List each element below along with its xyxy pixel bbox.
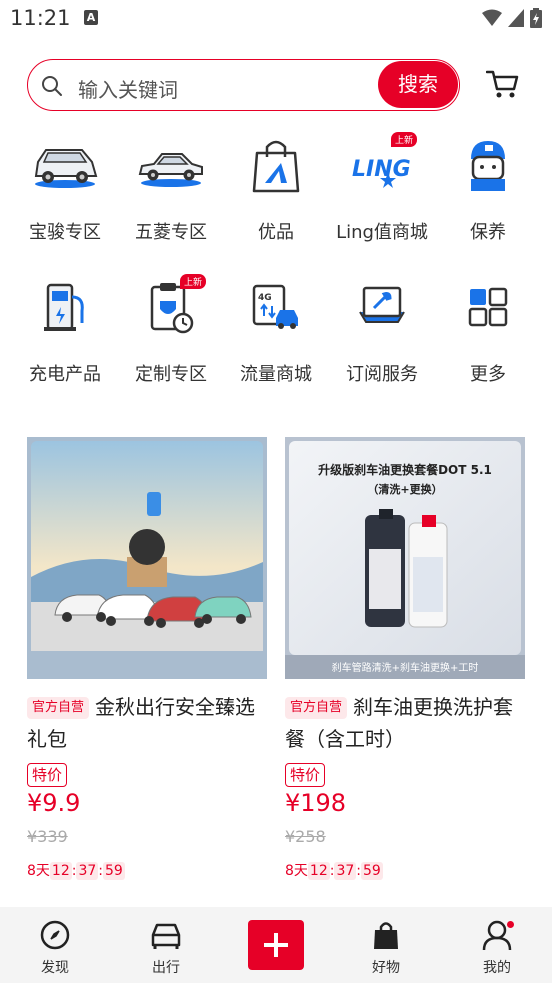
category-label: Ling值商城	[336, 222, 428, 243]
product-image[interactable]: 升级版刹车油更换套餐DOT 5.1 （清洗+更换） 刹车管路清洗+刹车油更换+工…	[285, 437, 525, 679]
countdown-seconds: 59	[361, 862, 383, 880]
wifi-icon	[482, 9, 502, 26]
image-footer: 刹车管路清洗+刹车油更换+工时	[331, 663, 479, 674]
category-subscription[interactable]: 订阅服务	[329, 272, 435, 386]
cellular-signal-icon	[508, 9, 524, 27]
more-grid-icon	[468, 287, 508, 327]
original-price: ¥339	[27, 827, 68, 846]
countdown-hours: 12	[49, 862, 72, 880]
special-price-tag: 特价	[285, 763, 326, 787]
search-placeholder: 输入关键词	[78, 78, 178, 102]
category-label: 优品	[258, 222, 294, 243]
ling-logo-icon: LING	[352, 157, 411, 188]
category-label: 流量商城	[240, 364, 312, 385]
category-baojun[interactable]: 宝骏专区	[12, 130, 118, 244]
tab-label: 发现	[41, 960, 69, 976]
product-card[interactable]: 官方自营 金秋出行安全臻选礼包 特价 ¥9.9 ¥339 8天 12:37:59	[27, 437, 267, 880]
search-button[interactable]: 搜索	[378, 61, 458, 108]
new-badge: 上新	[179, 274, 206, 289]
svg-text:4G: 4G	[258, 293, 272, 303]
search-icon	[42, 76, 62, 96]
tab-label: 好物	[372, 960, 400, 976]
tab-discover[interactable]: 发现	[15, 919, 95, 977]
sedan-car-icon	[138, 153, 203, 187]
plus-button[interactable]	[248, 920, 304, 970]
category-more[interactable]: 更多	[435, 272, 541, 386]
shopping-bag-icon	[252, 140, 300, 193]
category-youpin[interactable]: 优品	[223, 130, 329, 244]
product-image[interactable]	[27, 437, 267, 679]
category-label: 定制专区	[135, 364, 207, 385]
category-ling-mall[interactable]: LING 上新 Ling值商城	[329, 130, 435, 244]
category-wuling[interactable]: 五菱专区	[118, 130, 224, 244]
image-subline: （清洗+更换）	[367, 483, 443, 496]
product-price: ¥9.9	[27, 789, 81, 817]
category-charging[interactable]: 充电产品	[12, 272, 118, 386]
status-time: 11:21	[10, 6, 71, 30]
battery-icon	[530, 8, 542, 28]
status-bar: 11:21 A	[0, 0, 552, 38]
image-headline: 升级版刹车油更换套餐DOT 5.1	[318, 463, 492, 477]
4g-data-icon: 4G	[252, 284, 298, 329]
category-custom[interactable]: 上新 定制专区	[118, 272, 224, 386]
tab-travel[interactable]: 出行	[126, 919, 206, 977]
product-card[interactable]: 升级版刹车油更换套餐DOT 5.1 （清洗+更换） 刹车管路清洗+刹车油更换+工…	[285, 437, 525, 880]
charging-pile-icon	[44, 283, 84, 331]
tab-mine[interactable]: 我的	[457, 919, 537, 977]
search-row: 输入关键词 搜索	[0, 56, 552, 114]
special-price-tag: 特价	[27, 763, 68, 787]
tab-label: 出行	[152, 960, 180, 976]
category-label: 充电产品	[29, 364, 101, 385]
notification-dot	[507, 921, 514, 928]
category-label: 订阅服务	[346, 364, 418, 385]
original-price: ¥258	[285, 827, 326, 846]
category-label: 更多	[470, 364, 506, 385]
countdown-days: 8天	[285, 863, 308, 879]
suv-car-icon	[34, 149, 98, 188]
countdown-minutes: 37	[334, 862, 357, 880]
category-label: 保养	[470, 222, 506, 243]
bottom-tab-bar: 发现 出行 好物 我的	[0, 907, 552, 983]
accessibility-a-icon: A	[84, 10, 98, 25]
compass-icon	[40, 920, 70, 950]
car-front-icon	[151, 923, 181, 949]
product-price: ¥198	[285, 789, 347, 817]
mechanic-icon	[471, 141, 505, 191]
search-input[interactable]: 输入关键词 搜索	[27, 59, 460, 111]
bag-icon	[374, 922, 398, 949]
category-data-mall[interactable]: 4G 流量商城	[223, 272, 329, 386]
countdown-seconds: 59	[103, 862, 125, 880]
category-label: 宝骏专区	[29, 222, 101, 243]
countdown-days: 8天	[27, 863, 50, 879]
category-label: 五菱专区	[135, 222, 207, 243]
official-tag: 官方自营	[27, 697, 90, 719]
official-tag: 官方自营	[285, 697, 348, 719]
new-badge: 上新	[390, 132, 417, 147]
cart-icon[interactable]	[486, 68, 520, 100]
countdown-minutes: 37	[76, 862, 99, 880]
plus-icon	[264, 933, 288, 957]
product-photo	[31, 441, 263, 651]
tab-goods[interactable]: 好物	[346, 919, 426, 977]
subscription-tool-icon	[359, 286, 405, 323]
countdown-hours: 12	[307, 862, 330, 880]
tab-label: 我的	[483, 960, 511, 976]
category-maintenance[interactable]: 保养	[435, 130, 541, 244]
countdown-timer: 8天 12:37:59	[27, 862, 125, 880]
countdown-timer: 8天 12:37:59	[285, 862, 383, 880]
